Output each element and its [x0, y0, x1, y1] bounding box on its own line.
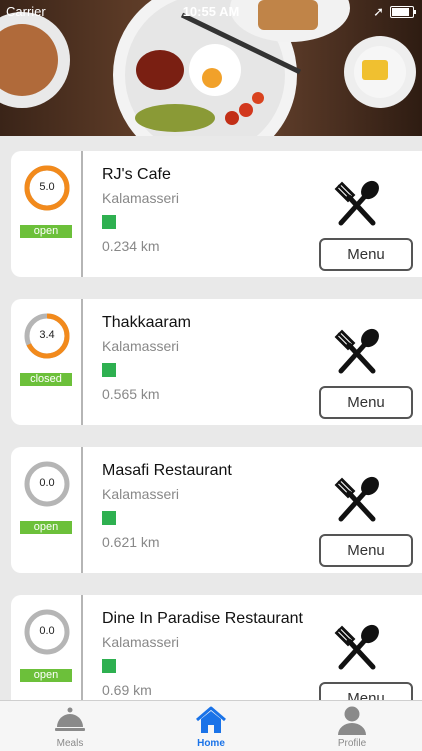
cloche-icon [55, 707, 85, 731]
menu-button[interactable]: Menu [319, 682, 413, 700]
veg-indicator [102, 511, 116, 525]
restaurant-name: Thakkaaram [102, 314, 191, 331]
rating-value: 0.0 [39, 625, 55, 637]
restaurant-name: Masafi Restaurant [102, 462, 232, 479]
restaurant-distance: 0.621 km [102, 534, 160, 550]
restaurant-card[interactable]: 0.0 open Dine In Paradise Restaurant Kalama… [11, 595, 422, 700]
divider [81, 299, 83, 425]
restaurant-location: Kalamasseri [102, 338, 180, 354]
hero-banner-image: Carrier 10:55 AM ➚ [0, 0, 422, 136]
restaurant-name: RJ's Cafe [102, 166, 171, 183]
veg-indicator [102, 215, 116, 229]
home-icon [196, 706, 226, 733]
veg-indicator [102, 659, 116, 673]
restaurant-card[interactable]: 5.0 open RJ's Cafe Kalamasseri 0.234 km Menu [11, 151, 422, 277]
tab-home[interactable]: Home [141, 701, 281, 751]
restaurant-list[interactable]: 5.0 open RJ's Cafe Kalamasseri 0.234 km Menu 3… [0, 136, 422, 700]
tab-meals[interactable]: Meals [0, 701, 140, 751]
restaurant-name: Dine In Paradise Restaurant [102, 610, 303, 627]
fork-spoon-icon [334, 476, 379, 522]
status-time: 10:55 AM [182, 4, 240, 19]
rating-value: 5.0 [39, 181, 55, 193]
menu-button[interactable]: Menu [319, 534, 413, 567]
fork-spoon-icon [334, 328, 379, 374]
tab-home-label: Home [197, 738, 225, 749]
restaurant-location: Kalamasseri [102, 190, 180, 206]
rating-value: 0.0 [39, 477, 55, 489]
restaurant-card[interactable]: 0.0 open Masafi Restaurant Kalamasseri 0.621… [11, 447, 422, 573]
rating-value: 3.4 [39, 329, 55, 341]
status-badge: open [20, 521, 72, 534]
tab-meals-label: Meals [56, 738, 84, 749]
status-badge: closed [20, 373, 72, 386]
restaurant-distance: 0.565 km [102, 386, 160, 402]
status-bar: Carrier 10:55 AM ➚ [0, 0, 422, 22]
restaurant-location: Kalamasseri [102, 634, 180, 650]
restaurant-distance: 0.234 km [102, 238, 160, 254]
divider [81, 447, 83, 573]
divider [81, 151, 83, 277]
status-right: ➚ [373, 4, 416, 20]
restaurant-location: Kalamasseri [102, 486, 180, 502]
veg-indicator [102, 363, 116, 377]
divider [81, 595, 83, 700]
restaurant-card[interactable]: 3.4 closed Thakkaaram Kalamasseri 0.565 km Me… [11, 299, 422, 425]
tab-bar: Meals Home Profile [0, 700, 422, 751]
fork-spoon-icon [334, 180, 379, 226]
tab-profile-label: Profile [337, 738, 367, 749]
battery-icon [390, 6, 416, 18]
person-icon [338, 706, 366, 735]
restaurant-distance: 0.69 km [102, 682, 152, 698]
location-arrow-icon: ➚ [373, 4, 384, 19]
menu-button[interactable]: Menu [319, 238, 413, 271]
status-badge: open [20, 225, 72, 238]
tab-profile[interactable]: Profile [282, 701, 422, 751]
status-badge: open [20, 669, 72, 682]
fork-spoon-icon [334, 624, 379, 670]
menu-button[interactable]: Menu [319, 386, 413, 419]
